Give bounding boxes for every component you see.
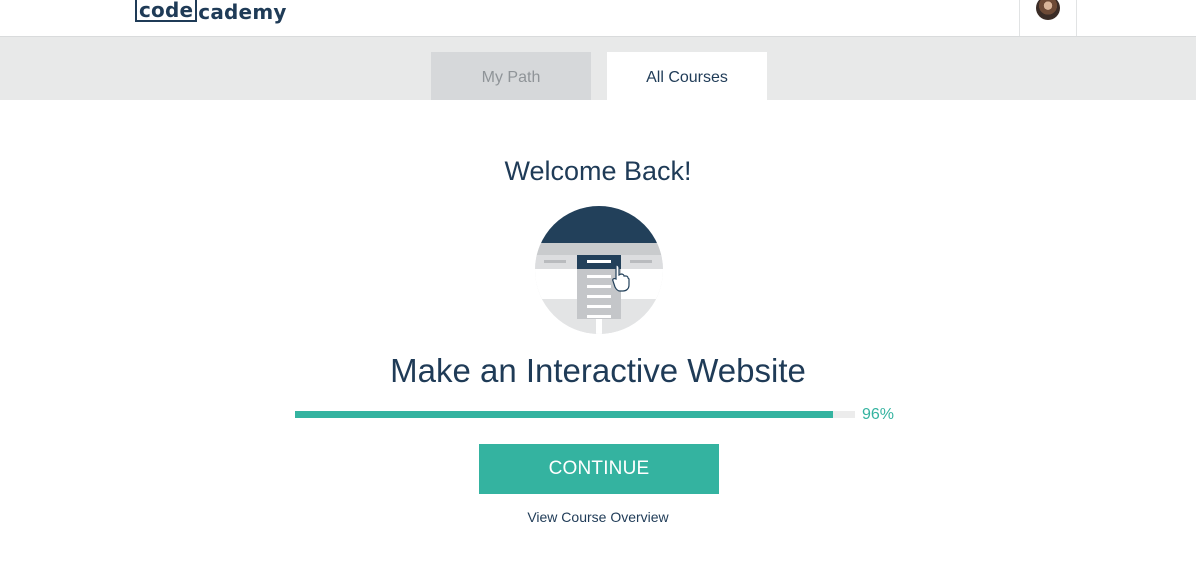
profile-menu[interactable] bbox=[1019, 0, 1077, 36]
view-course-overview-link[interactable]: View Course Overview bbox=[527, 509, 668, 525]
logo-text: cademy bbox=[198, 0, 287, 24]
user-avatar-icon[interactable] bbox=[1036, 0, 1060, 20]
tab-all-courses[interactable]: All Courses bbox=[607, 52, 767, 100]
progress-bar bbox=[295, 411, 855, 418]
progress-bar-fill bbox=[295, 411, 833, 418]
course-overview-container: View Course Overview bbox=[0, 509, 1196, 525]
tab-bar: My Path All Courses bbox=[0, 37, 1196, 100]
progress-percent-label: 96% bbox=[862, 406, 895, 423]
codecademy-logo[interactable]: code cademy bbox=[135, 0, 287, 22]
logo-bracket-text: code bbox=[135, 0, 198, 22]
top-navbar: code cademy bbox=[0, 0, 1196, 37]
course-title: Make an Interactive Website bbox=[390, 352, 806, 389]
webpage-click-illustration-icon bbox=[534, 205, 664, 335]
tab-my-path[interactable]: My Path bbox=[431, 52, 591, 100]
welcome-heading: Welcome Back! bbox=[504, 156, 692, 186]
continue-button[interactable]: CONTINUE bbox=[479, 444, 719, 494]
